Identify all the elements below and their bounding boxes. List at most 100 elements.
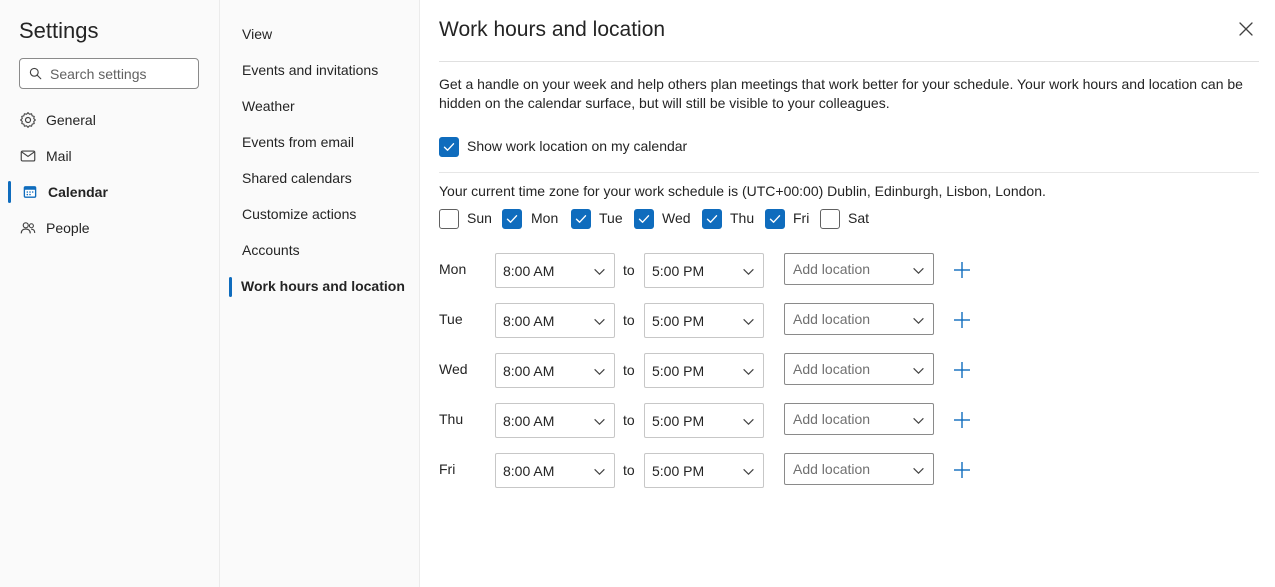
start-time-value: 8:00 AM: [503, 312, 555, 329]
chevron-down-icon: [743, 318, 754, 326]
add-location-icon[interactable]: [952, 260, 972, 280]
add-location-icon[interactable]: [952, 410, 972, 430]
day-checkbox-mon[interactable]: [502, 209, 522, 229]
show-location-checkbox[interactable]: [439, 137, 459, 157]
day-label-thu: Thu: [730, 210, 755, 226]
start-time-dropdown[interactable]: 8:00 AM: [495, 453, 615, 488]
add-location-icon[interactable]: [952, 460, 972, 480]
chevron-down-icon: [594, 318, 605, 326]
day-label-wed: Wed: [662, 210, 691, 226]
day-checkbox-thu[interactable]: [702, 209, 722, 229]
nav-item-general[interactable]: General: [19, 108, 96, 132]
day-label-fri: Fri: [793, 210, 810, 226]
start-time-value: 8:00 AM: [503, 412, 555, 429]
end-time-dropdown[interactable]: 5:00 PM: [644, 253, 764, 288]
gear-icon: [20, 112, 36, 128]
location-placeholder: Add location: [793, 461, 871, 477]
end-time-dropdown[interactable]: 5:00 PM: [644, 353, 764, 388]
chevron-down-icon: [594, 368, 605, 376]
chevron-down-icon: [743, 368, 754, 376]
chevron-down-icon: [743, 268, 754, 276]
nav-active-indicator: [8, 181, 11, 203]
work-hours-panel: Work hours and location Get a handle on …: [420, 0, 1275, 587]
day-label-sun: Sun: [467, 210, 492, 226]
chevron-down-icon: [594, 268, 605, 276]
subnav-item-events-from-email[interactable]: Events from email: [242, 132, 354, 152]
location-placeholder: Add location: [793, 311, 871, 327]
nav-item-label: Mail: [46, 148, 72, 164]
nav-item-people[interactable]: People: [19, 216, 90, 240]
settings-title: Settings: [19, 18, 99, 43]
location-dropdown[interactable]: Add location: [784, 403, 934, 435]
close-icon[interactable]: [1237, 20, 1255, 38]
search-settings-box[interactable]: [19, 58, 199, 89]
subnav-item-weather[interactable]: Weather: [242, 96, 295, 116]
to-label: to: [623, 312, 635, 328]
show-location-label: Show work location on my calendar: [467, 138, 688, 154]
checkmark-icon: [506, 215, 518, 223]
day-checkbox-wed[interactable]: [634, 209, 654, 229]
nav-item-label: People: [46, 220, 90, 236]
location-dropdown[interactable]: Add location: [784, 303, 934, 335]
location-placeholder: Add location: [793, 261, 871, 277]
settings-nav-pane: Settings General Mail Calendar People: [0, 0, 220, 587]
end-time-dropdown[interactable]: 5:00 PM: [644, 403, 764, 438]
chevron-down-icon: [913, 367, 924, 375]
chevron-down-icon: [913, 467, 924, 475]
chevron-down-icon: [913, 317, 924, 325]
start-time-dropdown[interactable]: 8:00 AM: [495, 253, 615, 288]
timezone-text: Your current time zone for your work sch…: [439, 183, 1046, 199]
day-checkbox-fri[interactable]: [765, 209, 785, 229]
to-label: to: [623, 412, 635, 428]
start-time-value: 8:00 AM: [503, 362, 555, 379]
add-location-icon[interactable]: [952, 360, 972, 380]
subnav-item-shared-calendars[interactable]: Shared calendars: [242, 168, 352, 188]
section-divider: [439, 172, 1259, 173]
start-time-dropdown[interactable]: 8:00 AM: [495, 403, 615, 438]
end-time-value: 5:00 PM: [652, 312, 705, 329]
location-dropdown[interactable]: Add location: [784, 453, 934, 485]
chevron-down-icon: [743, 468, 754, 476]
people-icon: [20, 222, 36, 234]
location-dropdown[interactable]: Add location: [784, 353, 934, 385]
subnav-item-accounts[interactable]: Accounts: [242, 240, 300, 260]
end-time-value: 5:00 PM: [652, 412, 705, 429]
day-checkbox-sun[interactable]: [439, 209, 459, 229]
calendar-subnav-pane: View Events and invitations Weather Even…: [220, 0, 420, 587]
schedule-day-label: Tue: [439, 311, 463, 327]
checkmark-icon: [769, 215, 781, 223]
chevron-down-icon: [594, 418, 605, 426]
subnav-item-customize-actions[interactable]: Customize actions: [242, 204, 356, 224]
chevron-down-icon: [743, 418, 754, 426]
checkmark-icon: [706, 215, 718, 223]
start-time-dropdown[interactable]: 8:00 AM: [495, 353, 615, 388]
nav-item-calendar[interactable]: Calendar: [21, 180, 108, 204]
search-icon: [29, 67, 42, 80]
mail-icon: [20, 150, 36, 162]
start-time-value: 8:00 AM: [503, 262, 555, 279]
end-time-dropdown[interactable]: 5:00 PM: [644, 453, 764, 488]
nav-item-mail[interactable]: Mail: [19, 144, 72, 168]
start-time-dropdown[interactable]: 8:00 AM: [495, 303, 615, 338]
schedule-day-label: Thu: [439, 411, 464, 427]
subnav-item-work-hours-and-location[interactable]: Work hours and location: [241, 276, 405, 296]
nav-item-label: Calendar: [48, 184, 108, 200]
add-location-icon[interactable]: [952, 310, 972, 330]
checkmark-icon: [638, 215, 650, 223]
location-placeholder: Add location: [793, 361, 871, 377]
to-label: to: [623, 462, 635, 478]
day-checkbox-sat[interactable]: [820, 209, 840, 229]
schedule-day-label: Mon: [439, 261, 467, 277]
subnav-item-view[interactable]: View: [242, 24, 272, 44]
subnav-item-events-and-invitations[interactable]: Events and invitations: [242, 60, 378, 80]
location-dropdown[interactable]: Add location: [784, 253, 934, 285]
search-input[interactable]: [50, 65, 190, 82]
day-label-mon: Mon: [531, 210, 559, 226]
checkmark-icon: [575, 215, 587, 223]
end-time-value: 5:00 PM: [652, 462, 705, 479]
day-checkbox-tue[interactable]: [571, 209, 591, 229]
description-text: Get a handle on your week and help other…: [439, 76, 1243, 111]
nav-item-label: General: [46, 112, 96, 128]
end-time-dropdown[interactable]: 5:00 PM: [644, 303, 764, 338]
schedule-day-label: Wed: [439, 361, 468, 377]
